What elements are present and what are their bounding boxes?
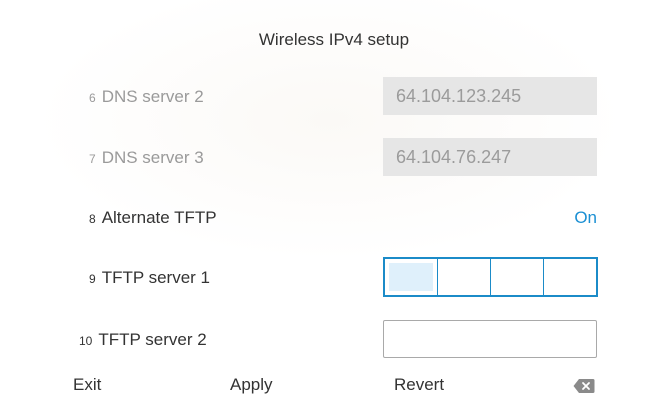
tftp-server-1-label: 9 TFTP server 1: [89, 268, 210, 288]
row-label: TFTP server 1: [101, 268, 211, 287]
row-number: 7: [89, 152, 96, 166]
backspace-icon[interactable]: [573, 378, 595, 399]
tftp-server-2-row[interactable]: 10 TFTP server 2: [0, 319, 668, 359]
dns-server-3-row: 7 DNS server 3 64.104.76.247: [0, 138, 668, 178]
dns-server-3-label: 7 DNS server 3: [89, 148, 204, 168]
tftp-server-1-row[interactable]: 9 TFTP server 1: [0, 257, 668, 297]
row-label: Alternate TFTP: [101, 208, 217, 227]
row-number: 9: [89, 272, 96, 286]
ip-octet-1[interactable]: [385, 259, 438, 295]
dns-server-2-row: 6 DNS server 2 64.104.123.245: [0, 77, 668, 117]
dns-server-2-field: 64.104.123.245: [383, 77, 597, 115]
row-number: 6: [89, 91, 96, 105]
dns-server-3-field: 64.104.76.247: [383, 138, 597, 176]
tftp-server-2-label: 10 TFTP server 2: [79, 330, 207, 350]
row-label: DNS server 3: [101, 148, 204, 167]
ip-octet-3[interactable]: [491, 259, 544, 295]
page-title: Wireless IPv4 setup: [258, 30, 410, 49]
tftp-server-1-ip-input[interactable]: [383, 257, 598, 297]
wireless-ipv4-setup-screen: Wireless IPv4 setup 6 DNS server 2 64.104…: [0, 0, 668, 403]
row-label: DNS server 2: [101, 87, 204, 106]
dns-server-2-label: 6 DNS server 2: [89, 87, 204, 107]
alternate-tftp-toggle[interactable]: On: [574, 208, 597, 228]
alternate-tftp-label: 8 Alternate TFTP: [89, 208, 217, 228]
apply-softkey[interactable]: Apply: [230, 375, 273, 395]
softkey-bar: Exit Apply Revert: [0, 372, 668, 400]
row-number: 10: [79, 334, 93, 348]
revert-softkey[interactable]: Revert: [394, 375, 444, 395]
row-number: 8: [89, 212, 96, 226]
exit-softkey[interactable]: Exit: [73, 375, 101, 395]
ip-octet-2[interactable]: [438, 259, 491, 295]
ip-octet-4[interactable]: [544, 259, 596, 295]
alternate-tftp-row[interactable]: 8 Alternate TFTP On: [0, 198, 668, 238]
tftp-server-2-field[interactable]: [383, 320, 597, 358]
row-label: TFTP server 2: [98, 330, 207, 349]
